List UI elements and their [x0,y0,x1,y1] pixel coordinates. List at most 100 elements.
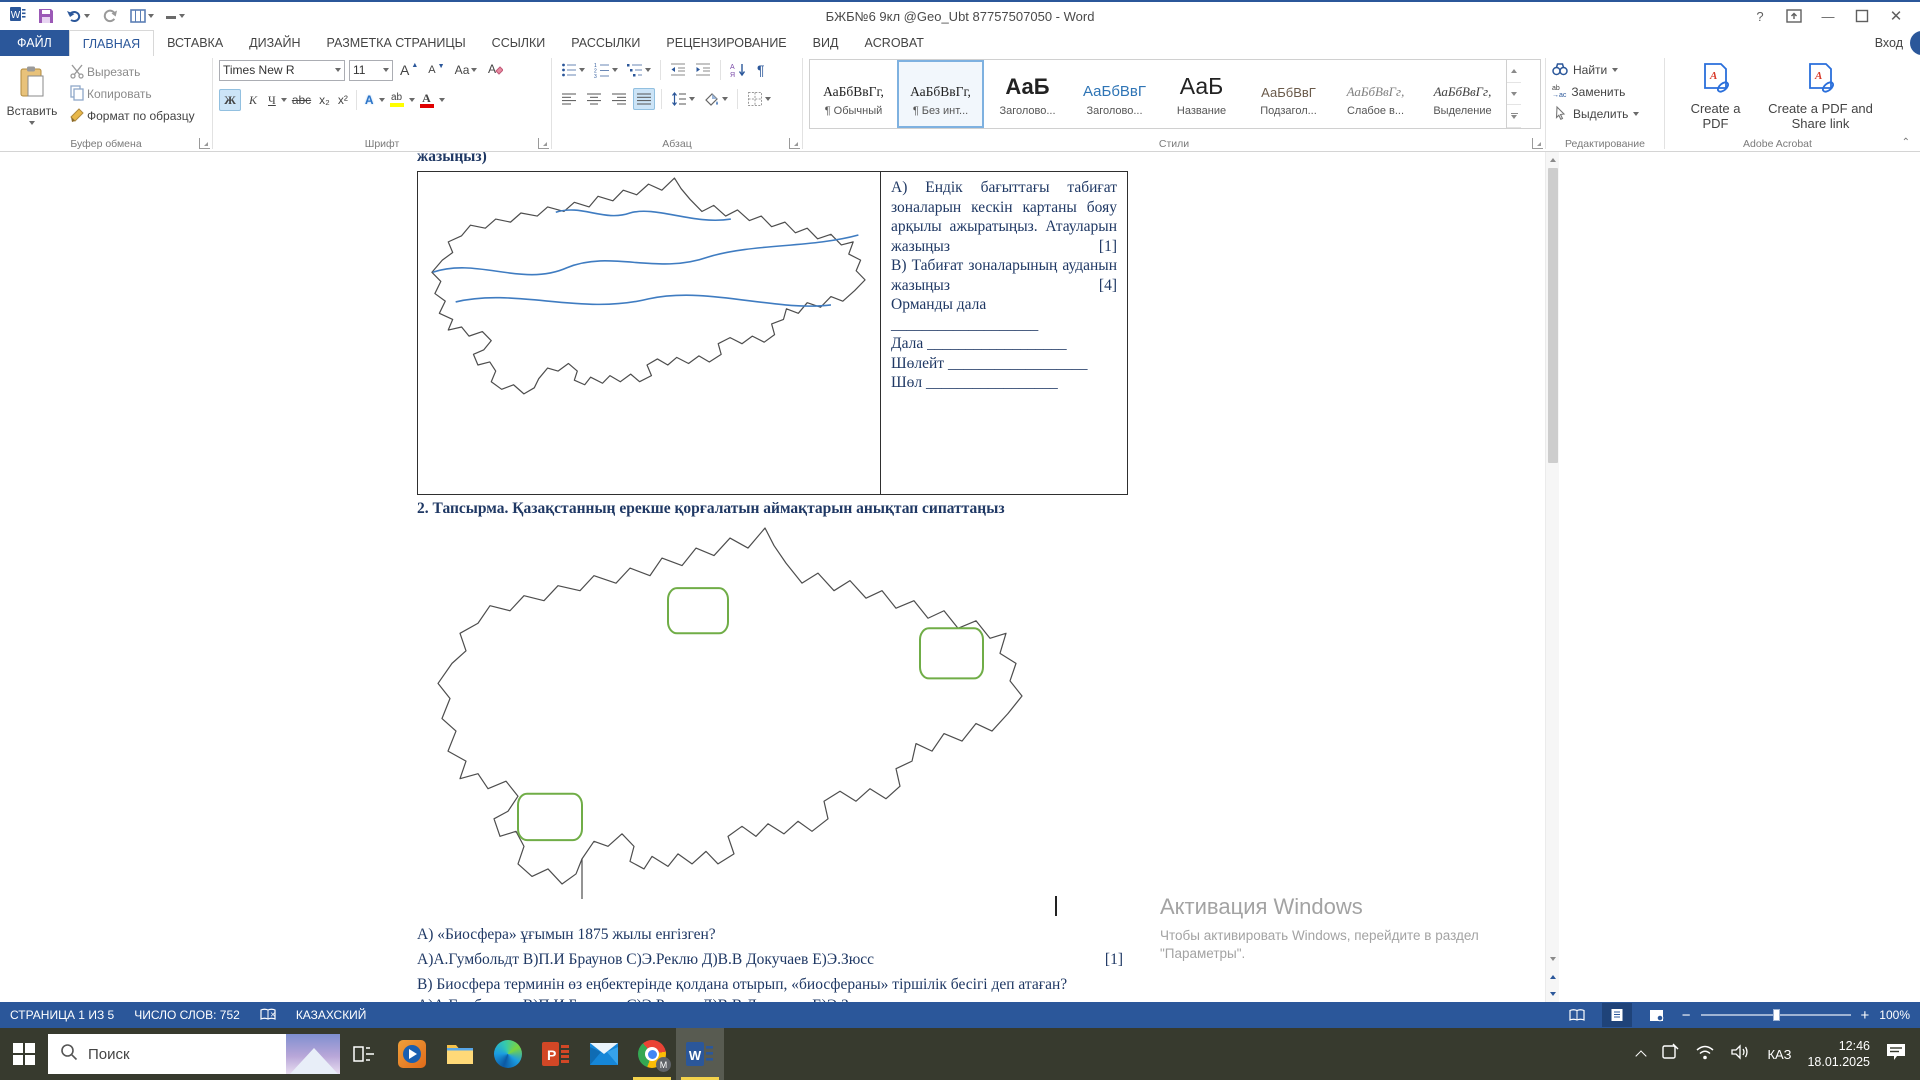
style-normal[interactable]: АаБбВвГг, ¶ Обычный [810,60,897,128]
shrink-font-button[interactable]: А ▼ [425,59,447,81]
help-button[interactable]: ? [1744,4,1776,28]
cut-button[interactable]: Вырезать [66,63,198,81]
change-case-button[interactable]: Аа [452,59,481,81]
superscript-button[interactable]: x² [335,89,351,111]
page-indicator[interactable]: СТРАНИЦА 1 ИЗ 5 [10,1008,114,1022]
bullets-button[interactable] [558,59,588,81]
font-size-combo[interactable]: 11 [349,59,393,81]
align-left-button[interactable] [558,88,580,110]
save-button[interactable] [38,8,54,24]
style-heading1[interactable]: АаБ Заголово... [984,60,1071,128]
maximize-button[interactable] [1846,4,1878,28]
tab-view[interactable]: ВИД [800,30,852,56]
style-title[interactable]: АаБ Название [1158,60,1245,128]
format-painter-button[interactable]: Формат по образцу [66,107,198,125]
language-tray[interactable]: КАЗ [1767,1047,1791,1062]
powerpoint-icon[interactable]: P [532,1028,580,1080]
scrollbar-thumb[interactable] [1547,168,1558,463]
style-no-spacing[interactable]: АаБбВвГг, ¶ Без инт... [897,60,984,128]
borders-button[interactable] [744,88,774,110]
volume-icon[interactable] [1731,1043,1751,1065]
style-emphasis[interactable]: АаБбВвГг, Выделение [1419,60,1506,128]
ribbon-display-options-button[interactable] [1778,4,1810,28]
zoom-slider-thumb[interactable] [1772,1009,1780,1021]
media-player-icon[interactable] [388,1028,436,1080]
edge-icon[interactable] [484,1028,532,1080]
decrease-indent-button[interactable] [667,59,689,81]
tab-references[interactable]: ССЫЛКИ [479,30,559,56]
paste-button[interactable]: Вставить [6,59,58,131]
text-effects-button[interactable]: А [362,89,377,111]
file-explorer-icon[interactable] [436,1028,484,1080]
action-center-icon[interactable] [1886,1043,1906,1066]
align-right-button[interactable] [608,88,630,110]
search-highlight-image[interactable] [286,1034,340,1074]
zoom-in-button[interactable]: + [1861,1007,1870,1024]
scroll-up-arrow[interactable] [1546,152,1560,167]
tab-review[interactable]: РЕЦЕНЗИРОВАНИЕ [653,30,799,56]
collapse-ribbon-button[interactable]: ⌃ [1902,137,1910,148]
styles-dialog-launcher[interactable] [1532,138,1543,149]
tab-page-layout[interactable]: РАЗМЕТКА СТРАНИЦЫ [314,30,479,56]
language-indicator[interactable]: КАЗАХСКИЙ [296,1008,367,1022]
chrome-icon[interactable]: M [628,1028,676,1080]
line-spacing-button[interactable] [668,88,698,110]
tab-file[interactable]: ФАЙЛ [0,30,69,56]
wifi-icon[interactable] [1695,1044,1715,1065]
taskbar-search[interactable]: Поиск [48,1034,340,1074]
start-button[interactable] [0,1028,48,1080]
style-subtitle[interactable]: АаБбВвГ Подзагол... [1245,60,1332,128]
scroll-down-arrow[interactable] [1546,951,1560,966]
show-marks-button[interactable]: ¶ [754,59,768,81]
sort-button[interactable]: АЯ [727,59,751,81]
underline-button[interactable]: Ч [265,89,279,111]
style-heading2[interactable]: АаБбВвГ Заголово... [1071,60,1158,128]
highlight-color-button[interactable]: ab [387,89,407,111]
customize-qat-button[interactable]: ▬ [166,11,185,22]
italic-button[interactable]: К [243,89,263,111]
justify-button[interactable] [633,88,655,110]
hidden-icons-chevron[interactable] [1635,1049,1648,1062]
tab-acrobat[interactable]: ACROBAT [851,30,937,56]
tab-home[interactable]: ГЛАВНАЯ [68,30,155,56]
styles-scroll-down[interactable] [1507,83,1521,106]
word-count[interactable]: ЧИСЛО СЛОВ: 752 [134,1008,240,1022]
clear-formatting-button[interactable]: А [484,59,506,81]
vertical-scrollbar[interactable] [1545,152,1559,1002]
styles-gallery-more[interactable] [1507,105,1521,129]
create-pdf-button[interactable]: A Create a PDF [1677,59,1755,133]
redo-button[interactable] [102,8,118,24]
zoom-level[interactable]: 100% [1879,1008,1910,1022]
read-mode-button[interactable] [1562,1003,1592,1027]
create-pdf-share-button[interactable]: A Create a PDF and Share link [1761,59,1881,133]
zoom-slider[interactable] [1700,1009,1851,1021]
sign-in-link[interactable]: Вход [1875,30,1920,56]
grow-font-button[interactable]: А ▲ [397,59,421,81]
proofing-icon[interactable]: ✕ [260,1008,276,1022]
paragraph-dialog-launcher[interactable] [789,138,800,149]
font-dialog-launcher[interactable] [538,138,549,149]
bold-button[interactable]: Ж [219,89,241,111]
increase-indent-button[interactable] [692,59,714,81]
font-color-button[interactable]: А [417,89,437,111]
replace-button[interactable]: ab →ac Заменить [1552,81,1660,103]
tray-clock[interactable]: 12:46 18.01.2025 [1807,1038,1870,1071]
web-layout-button[interactable] [1642,1003,1672,1027]
next-page-button[interactable] [1546,986,1560,1001]
numbering-button[interactable]: 123 [591,59,621,81]
minimize-button[interactable]: — [1812,4,1844,28]
style-subtle-emphasis[interactable]: АаБбВвГг, Слабое в... [1332,60,1419,128]
previous-page-button[interactable] [1546,969,1560,984]
align-center-button[interactable] [583,88,605,110]
undo-button[interactable] [66,8,90,24]
tab-mailings[interactable]: РАССЫЛКИ [558,30,653,56]
copy-button[interactable]: Копировать [66,84,198,103]
multilevel-list-button[interactable] [624,59,654,81]
document-canvas[interactable]: жазыңыз) А) Ендік бағыттағы табиғат зона… [0,152,1920,1002]
word-taskbar-icon[interactable]: W [676,1028,724,1080]
strikethrough-button[interactable]: abc [289,89,314,111]
select-button[interactable]: Выделить [1552,103,1660,125]
mail-icon[interactable] [580,1028,628,1080]
font-name-combo[interactable]: Times New R [219,59,345,81]
tab-design[interactable]: ДИЗАЙН [236,30,313,56]
